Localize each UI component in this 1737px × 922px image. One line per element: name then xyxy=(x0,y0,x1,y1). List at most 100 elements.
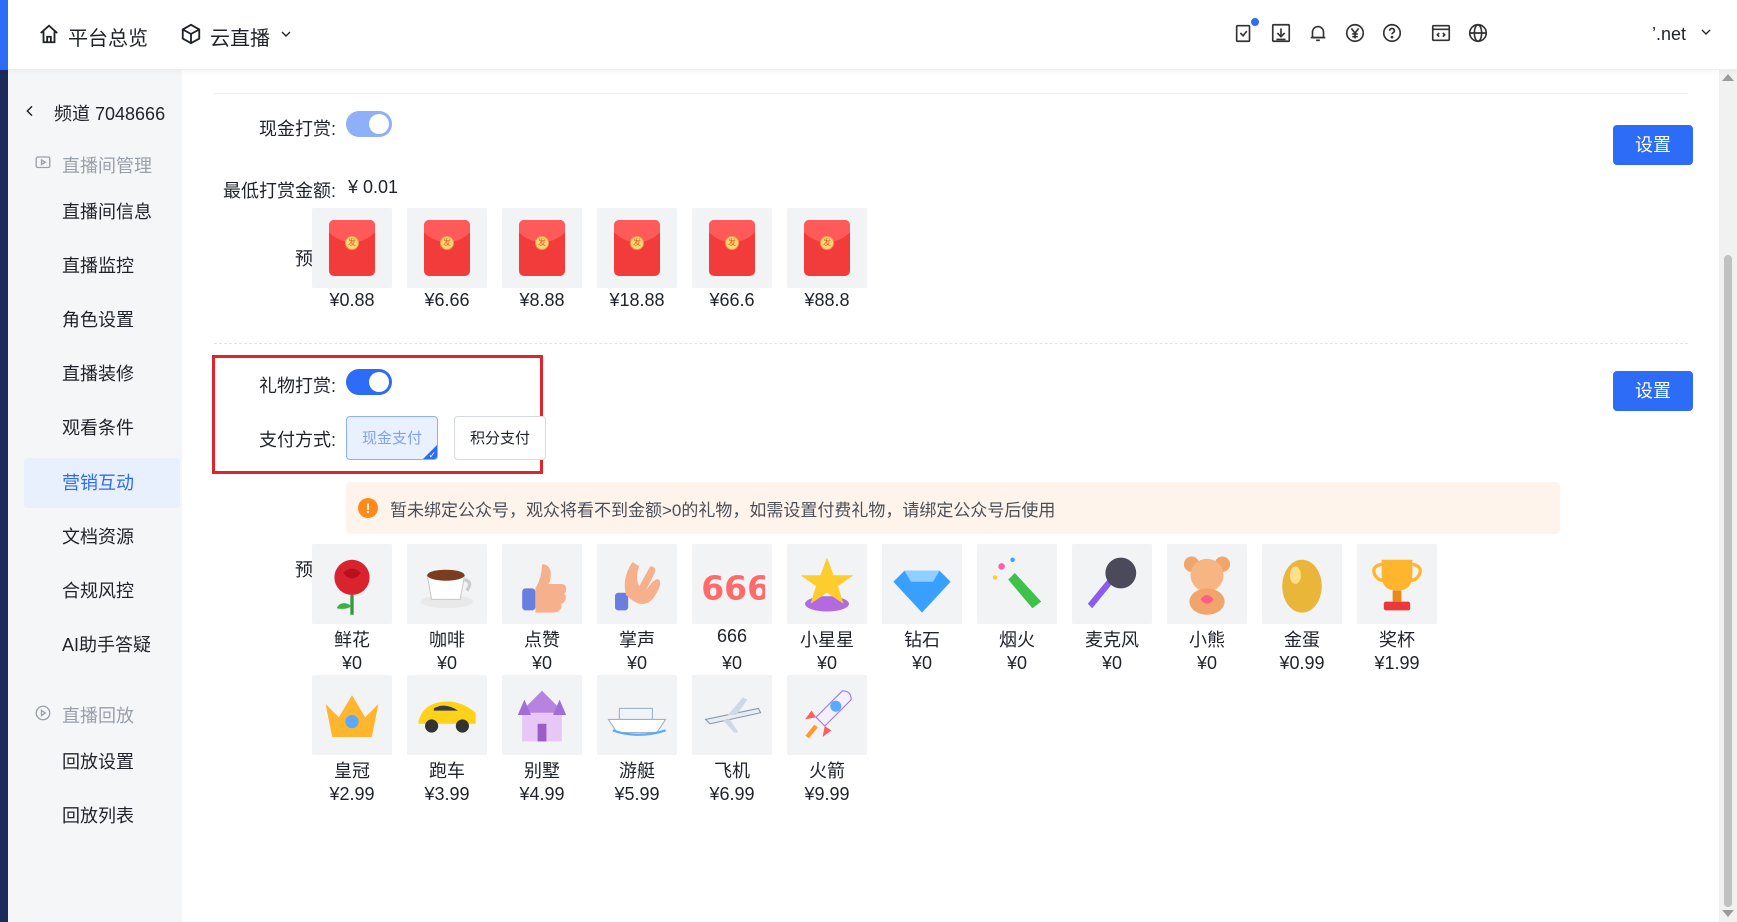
gift-name: 钻石 xyxy=(904,630,940,650)
gift-tile: 666 xyxy=(692,544,772,624)
pay-points-label: 积分支付 xyxy=(469,430,530,447)
yacht-icon xyxy=(604,682,670,748)
nav-cloud-live[interactable]: 云直播 xyxy=(180,22,294,51)
gift-name: 鲜花 xyxy=(334,630,370,650)
gift-settings-button[interactable]: 设置 xyxy=(1613,371,1693,411)
gift-name: 小星星 xyxy=(800,630,854,650)
min-amount-label: 最低打赏金额: xyxy=(222,181,336,201)
red-envelope-tile: 发 xyxy=(787,208,867,288)
red-envelope-tile: 发 xyxy=(312,208,392,288)
top-bar: 平台总览 云直播 ’.net xyxy=(0,0,1737,70)
sidebar-item-ai-assistant[interactable]: AI助手答疑 xyxy=(24,620,180,670)
gift-price: ¥0 xyxy=(911,653,933,673)
sidebar-item-replay-settings[interactable]: 回放设置 xyxy=(24,737,180,787)
sports-car-icon xyxy=(414,682,480,748)
gift-name: 麦克风 xyxy=(1085,630,1139,650)
gift-tile xyxy=(597,544,677,624)
firework-icon xyxy=(984,551,1050,617)
nav-cloud-live-label: 云直播 xyxy=(210,28,270,50)
scroll-down-arrow[interactable] xyxy=(1722,910,1734,917)
section-divider xyxy=(214,343,1688,344)
gift-tile xyxy=(1357,544,1437,624)
chevron-down-icon xyxy=(1698,24,1714,45)
nav-platform-overview[interactable]: 平台总览 xyxy=(38,22,148,51)
gift-reward-toggle[interactable] xyxy=(346,369,392,395)
globe-icon[interactable] xyxy=(1467,22,1489,44)
rocket-icon xyxy=(794,682,860,748)
gift-name: 小熊 xyxy=(1189,630,1225,650)
sidebar-item-viewing-conditions[interactable]: 观看条件 xyxy=(24,403,180,453)
svg-text:666: 666 xyxy=(701,568,765,607)
sidebar-item-live-monitor[interactable]: 直播监控 xyxy=(24,241,180,291)
red-envelope-icon: 发 xyxy=(329,220,375,276)
home-icon xyxy=(38,23,60,51)
yen-icon[interactable] xyxy=(1344,22,1366,44)
checklist-icon[interactable] xyxy=(1233,16,1261,44)
bear-icon xyxy=(1174,551,1240,617)
gift-tile xyxy=(692,675,772,755)
red-envelope-tile: 发 xyxy=(502,208,582,288)
gift-price: ¥3.99 xyxy=(424,784,470,804)
gift-price: ¥6.99 xyxy=(709,784,755,804)
main-content: 现金打赏: 设置 最低打赏金额: ¥ 0.01 预览: 发¥0.88发¥6.66… xyxy=(182,70,1719,922)
gift-name: 点赞 xyxy=(524,630,560,650)
sidebar-item-role-settings[interactable]: 角色设置 xyxy=(24,295,180,345)
gift-tile xyxy=(787,675,867,755)
sidebar-item-documents[interactable]: 文档资源 xyxy=(24,512,180,562)
download-icon[interactable] xyxy=(1270,22,1292,44)
diamond-icon xyxy=(889,551,955,617)
sidebar-item-live-decoration[interactable]: 直播装修 xyxy=(24,349,180,399)
account-menu[interactable]: ’.net xyxy=(1652,24,1714,45)
bell-icon[interactable] xyxy=(1307,22,1329,44)
envelope-amount: ¥88.8 xyxy=(804,290,850,310)
gift-price: ¥0.99 xyxy=(1279,653,1325,673)
666-icon: 666 xyxy=(699,551,765,617)
microphone-icon xyxy=(1079,551,1145,617)
cash-reward-toggle[interactable] xyxy=(346,111,392,137)
sidebar-item-marketing[interactable]: 营销互动 xyxy=(24,458,180,508)
red-envelope-icon: 发 xyxy=(614,220,660,276)
gift-name: 跑车 xyxy=(429,761,465,781)
sidebar-item-compliance[interactable]: 合规风控 xyxy=(24,566,180,616)
scrollbar-thumb[interactable] xyxy=(1724,255,1732,907)
code-window-icon[interactable] xyxy=(1430,22,1452,44)
envelope-amount: ¥0.88 xyxy=(329,290,375,310)
gift-price: ¥1.99 xyxy=(1374,653,1420,673)
pay-cash-button[interactable]: 现金支付 ✓ xyxy=(346,416,438,460)
gift-name: 飞机 xyxy=(714,761,750,781)
gift-name: 掌声 xyxy=(619,630,655,650)
chevron-down-icon xyxy=(278,25,294,48)
back-to-channel[interactable]: 频道 7048666 xyxy=(22,100,165,126)
gift-name: 咖啡 xyxy=(429,630,465,650)
scroll-up-arrow[interactable] xyxy=(1722,74,1734,81)
envelope-amount: ¥66.6 xyxy=(709,290,755,310)
sidebar-item-live-room-info[interactable]: 直播间信息 xyxy=(24,187,180,237)
gift-price: ¥0 xyxy=(721,653,743,673)
red-envelope-tile: 发 xyxy=(597,208,677,288)
gift-tile xyxy=(502,544,582,624)
nav-platform-overview-label: 平台总览 xyxy=(68,28,148,50)
red-envelope-tile: 发 xyxy=(407,208,487,288)
gift-tile xyxy=(312,544,392,624)
cash-settings-button[interactable]: 设置 xyxy=(1613,125,1693,165)
sidebar-group-label: 直播间管理 xyxy=(62,156,152,176)
help-icon[interactable] xyxy=(1381,22,1403,44)
thumbs-up-icon xyxy=(509,551,575,617)
sidebar-group-replay: 直播回放 xyxy=(34,702,134,728)
top-toolbar-icons xyxy=(1233,16,1489,44)
gift-price: ¥0 xyxy=(531,653,553,673)
trophy-icon xyxy=(1364,551,1430,617)
star-icon xyxy=(794,551,860,617)
golden-egg-icon xyxy=(1269,551,1335,617)
cash-reward-label: 现金打赏: xyxy=(258,119,336,139)
sidebar-item-replay-list[interactable]: 回放列表 xyxy=(24,791,180,841)
gift-price: ¥0 xyxy=(816,653,838,673)
red-envelope-icon: 发 xyxy=(519,220,565,276)
gift-price: ¥0 xyxy=(1006,653,1028,673)
pay-points-button[interactable]: 积分支付 xyxy=(454,416,546,460)
gift-tile xyxy=(882,544,962,624)
crown-icon xyxy=(319,682,385,748)
clap-icon xyxy=(604,551,670,617)
sidebar-group-live-room: 直播间管理 xyxy=(34,152,152,178)
account-name: ’.net xyxy=(1652,24,1687,44)
